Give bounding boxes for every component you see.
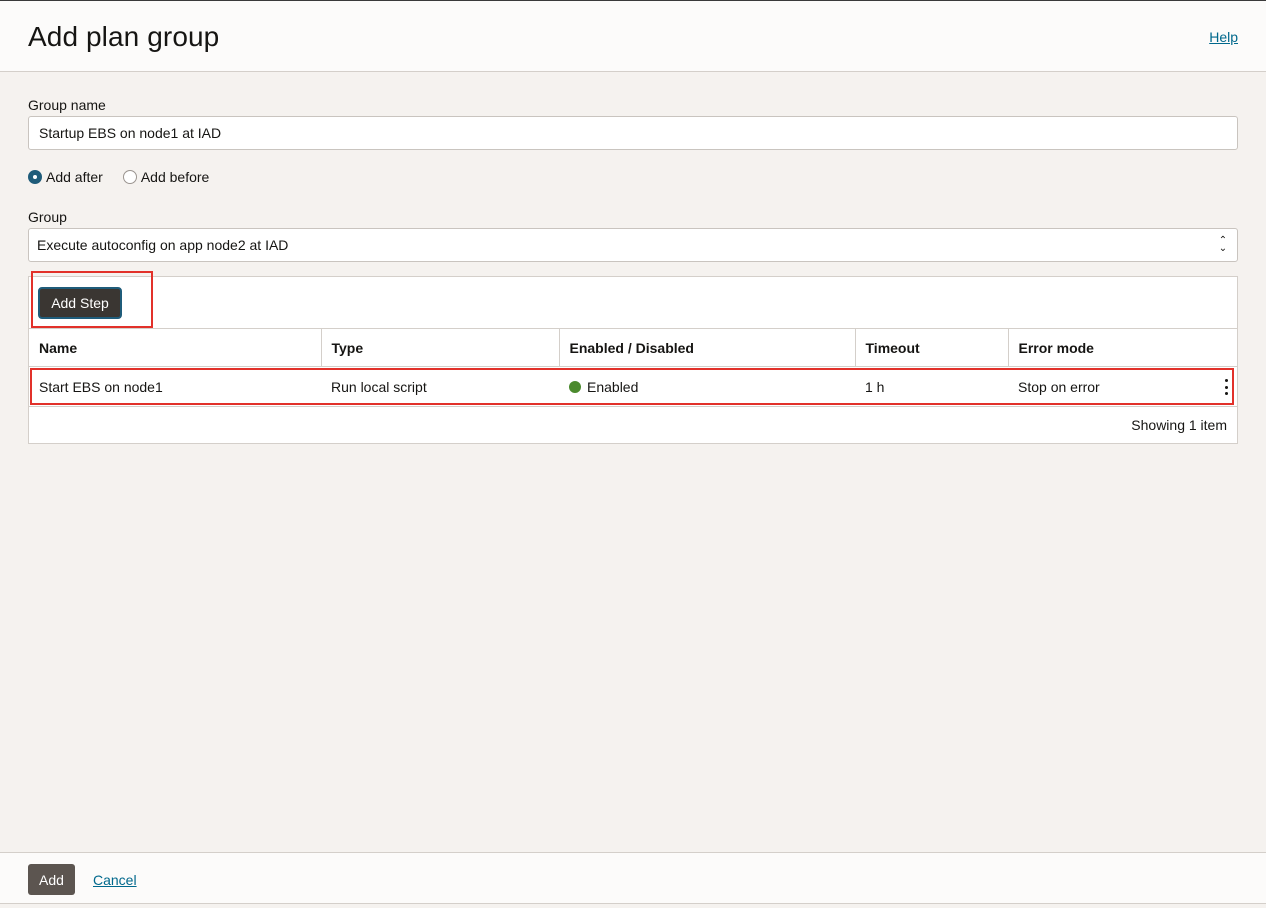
steps-table-panel: Add Step Name Type Enabled / Disabled Ti… <box>28 276 1238 444</box>
group-name-input[interactable] <box>28 116 1238 150</box>
position-radio-group: Add after Add before <box>28 168 229 186</box>
page-title: Add plan group <box>28 21 220 52</box>
add-button[interactable]: Add <box>28 864 75 895</box>
column-header-error-mode[interactable]: Error mode <box>1008 328 1237 367</box>
column-header-enabled[interactable]: Enabled / Disabled <box>559 328 856 367</box>
group-label: Group <box>28 209 67 225</box>
footer-bar: Add Cancel <box>0 852 1266 904</box>
help-link[interactable]: Help <box>1209 29 1238 45</box>
cell-error-mode: Stop on error <box>1008 366 1237 407</box>
table-toolbar: Add Step <box>29 277 1237 328</box>
group-select-value: Execute autoconfig on app node2 at IAD <box>37 237 289 253</box>
radio-add-before[interactable]: Add before <box>122 169 210 185</box>
table-header-row: Name Type Enabled / Disabled Timeout Err… <box>29 328 1237 367</box>
radio-checked-icon <box>28 170 42 184</box>
radio-unchecked-icon <box>122 170 137 184</box>
radio-add-before-label: Add before <box>140 169 210 185</box>
panel-header: Add plan group Help <box>0 1 1266 72</box>
group-select[interactable]: Execute autoconfig on app node2 at IAD ⌃… <box>28 228 1238 262</box>
radio-add-after[interactable]: Add after <box>28 169 103 185</box>
row-actions-kebab-icon[interactable] <box>1223 379 1229 395</box>
column-header-name[interactable]: Name <box>29 328 322 367</box>
cancel-link[interactable]: Cancel <box>93 872 137 888</box>
add-step-button[interactable]: Add Step <box>38 287 122 319</box>
status-enabled-icon <box>569 380 581 393</box>
group-name-label: Group name <box>28 97 106 113</box>
cell-timeout: 1 h <box>855 366 1008 407</box>
cell-status-label: Enabled <box>587 378 639 395</box>
cell-status: Enabled <box>559 366 855 407</box>
table-item-count: Showing 1 item <box>1131 417 1227 433</box>
table-row[interactable]: Start EBS on node1 Run local script Enab… <box>29 366 1237 407</box>
cell-type: Run local script <box>321 366 559 407</box>
radio-add-after-label: Add after <box>46 169 103 185</box>
chevron-up-down-icon: ⌃ ⌄ <box>1218 235 1228 254</box>
column-header-timeout[interactable]: Timeout <box>855 328 1009 367</box>
column-header-type[interactable]: Type <box>321 328 560 367</box>
cell-name: Start EBS on node1 <box>29 366 321 407</box>
steps-table: Name Type Enabled / Disabled Timeout Err… <box>29 328 1237 407</box>
